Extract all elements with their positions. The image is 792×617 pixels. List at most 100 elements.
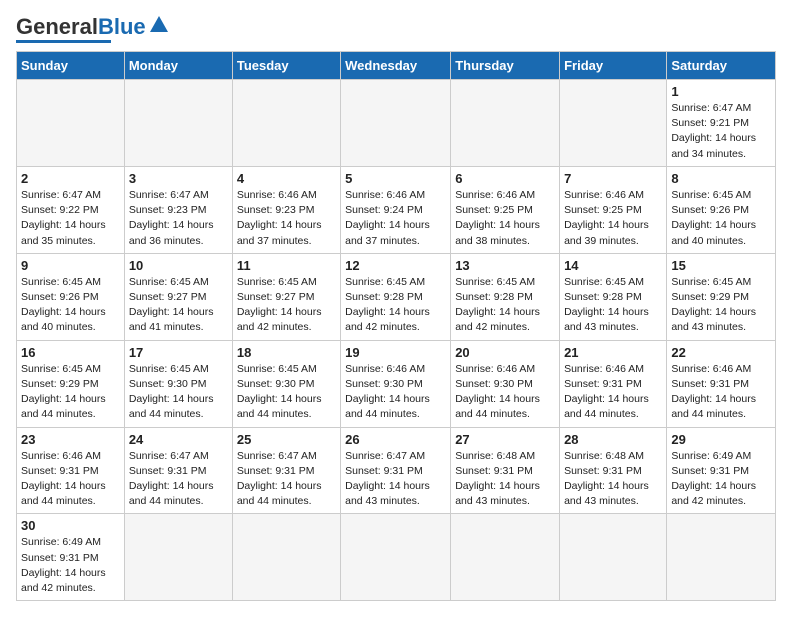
day-info: Sunrise: 6:45 AM Sunset: 9:28 PM Dayligh… xyxy=(564,275,662,336)
day-number: 28 xyxy=(564,432,662,447)
calendar-cell xyxy=(17,80,125,167)
calendar-cell: 16Sunrise: 6:45 AM Sunset: 9:29 PM Dayli… xyxy=(17,340,125,427)
calendar-cell: 2Sunrise: 6:47 AM Sunset: 9:22 PM Daylig… xyxy=(17,166,125,253)
day-info: Sunrise: 6:45 AM Sunset: 9:27 PM Dayligh… xyxy=(129,275,228,336)
day-number: 14 xyxy=(564,258,662,273)
day-number: 15 xyxy=(671,258,771,273)
day-info: Sunrise: 6:49 AM Sunset: 9:31 PM Dayligh… xyxy=(671,449,771,510)
calendar-header-row: SundayMondayTuesdayWednesdayThursdayFrid… xyxy=(17,52,776,80)
day-info: Sunrise: 6:48 AM Sunset: 9:31 PM Dayligh… xyxy=(455,449,555,510)
day-info: Sunrise: 6:47 AM Sunset: 9:23 PM Dayligh… xyxy=(129,188,228,249)
day-number: 17 xyxy=(129,345,228,360)
day-number: 1 xyxy=(671,84,771,99)
calendar-cell: 27 Sunrise: 6:48 AM Sunset: 9:31 PM Dayli… xyxy=(451,427,560,514)
calendar-cell xyxy=(451,514,560,601)
calendar-cell: 14 Sunrise: 6:45 AM Sunset: 9:28 PM Dayli… xyxy=(560,253,667,340)
day-info: Sunrise: 6:45 AM Sunset: 9:27 PM Dayligh… xyxy=(237,275,336,336)
calendar-cell: 21 Sunrise: 6:46 AM Sunset: 9:31 PM Dayli… xyxy=(560,340,667,427)
calendar-week-2: 9 Sunrise: 6:45 AM Sunset: 9:26 PM Daylig… xyxy=(17,253,776,340)
day-info: Sunrise: 6:49 AM Sunset: 9:31 PM Dayligh… xyxy=(21,535,120,596)
day-number: 25 xyxy=(237,432,336,447)
calendar-cell xyxy=(451,80,560,167)
day-number: 27 xyxy=(455,432,555,447)
day-number: 3 xyxy=(129,171,228,186)
day-number: 26 xyxy=(345,432,446,447)
day-info: Sunrise: 6:48 AM Sunset: 9:31 PM Dayligh… xyxy=(564,449,662,510)
day-number: 20 xyxy=(455,345,555,360)
day-number: 7 xyxy=(564,171,662,186)
calendar-cell: 24 Sunrise: 6:47 AM Sunset: 9:31 PM Dayli… xyxy=(124,427,232,514)
logo: General Blue xyxy=(16,16,170,43)
column-header-saturday: Saturday xyxy=(667,52,776,80)
day-info: Sunrise: 6:46 AM Sunset: 9:24 PM Dayligh… xyxy=(345,188,446,249)
day-info: Sunrise: 6:46 AM Sunset: 9:25 PM Dayligh… xyxy=(564,188,662,249)
calendar-week-3: 16Sunrise: 6:45 AM Sunset: 9:29 PM Dayli… xyxy=(17,340,776,427)
calendar-cell xyxy=(560,80,667,167)
day-number: 6 xyxy=(455,171,555,186)
calendar-cell: 15 Sunrise: 6:45 AM Sunset: 9:29 PM Dayli… xyxy=(667,253,776,340)
day-number: 13 xyxy=(455,258,555,273)
day-info: Sunrise: 6:46 AM Sunset: 9:31 PM Dayligh… xyxy=(21,449,120,510)
day-number: 8 xyxy=(671,171,771,186)
calendar-cell xyxy=(232,80,340,167)
day-info: Sunrise: 6:45 AM Sunset: 9:28 PM Dayligh… xyxy=(345,275,446,336)
calendar-cell: 25 Sunrise: 6:47 AM Sunset: 9:31 PM Dayli… xyxy=(232,427,340,514)
day-info: Sunrise: 6:47 AM Sunset: 9:31 PM Dayligh… xyxy=(345,449,446,510)
day-number: 19 xyxy=(345,345,446,360)
calendar-cell xyxy=(124,514,232,601)
column-header-sunday: Sunday xyxy=(17,52,125,80)
calendar-cell: 20 Sunrise: 6:46 AM Sunset: 9:30 PM Dayli… xyxy=(451,340,560,427)
calendar-week-4: 23 Sunrise: 6:46 AM Sunset: 9:31 PM Dayli… xyxy=(17,427,776,514)
day-number: 21 xyxy=(564,345,662,360)
day-info: Sunrise: 6:45 AM Sunset: 9:29 PM Dayligh… xyxy=(671,275,771,336)
column-header-tuesday: Tuesday xyxy=(232,52,340,80)
day-info: Sunrise: 6:46 AM Sunset: 9:30 PM Dayligh… xyxy=(455,362,555,423)
calendar-cell: 1Sunrise: 6:47 AM Sunset: 9:21 PM Daylig… xyxy=(667,80,776,167)
calendar-cell: 18Sunrise: 6:45 AM Sunset: 9:30 PM Dayli… xyxy=(232,340,340,427)
day-info: Sunrise: 6:46 AM Sunset: 9:31 PM Dayligh… xyxy=(564,362,662,423)
calendar-cell: 28 Sunrise: 6:48 AM Sunset: 9:31 PM Dayli… xyxy=(560,427,667,514)
calendar-cell xyxy=(341,514,451,601)
calendar-body: 1Sunrise: 6:47 AM Sunset: 9:21 PM Daylig… xyxy=(17,80,776,601)
column-header-thursday: Thursday xyxy=(451,52,560,80)
calendar-cell xyxy=(124,80,232,167)
day-info: Sunrise: 6:45 AM Sunset: 9:28 PM Dayligh… xyxy=(455,275,555,336)
calendar-cell xyxy=(560,514,667,601)
logo-triangle-icon xyxy=(148,14,170,36)
column-header-friday: Friday xyxy=(560,52,667,80)
header: General Blue xyxy=(16,16,776,43)
day-number: 4 xyxy=(237,171,336,186)
calendar-cell xyxy=(341,80,451,167)
logo-blue: Blue xyxy=(98,16,146,38)
calendar-cell: 30 Sunrise: 6:49 AM Sunset: 9:31 PM Dayli… xyxy=(17,514,125,601)
calendar-cell: 13 Sunrise: 6:45 AM Sunset: 9:28 PM Dayli… xyxy=(451,253,560,340)
day-info: Sunrise: 6:45 AM Sunset: 9:26 PM Dayligh… xyxy=(21,275,120,336)
calendar-cell: 19 Sunrise: 6:46 AM Sunset: 9:30 PM Dayli… xyxy=(341,340,451,427)
column-header-wednesday: Wednesday xyxy=(341,52,451,80)
logo-general: General xyxy=(16,16,98,38)
day-info: Sunrise: 6:46 AM Sunset: 9:30 PM Dayligh… xyxy=(345,362,446,423)
calendar-table: SundayMondayTuesdayWednesdayThursdayFrid… xyxy=(16,51,776,601)
day-info: Sunrise: 6:47 AM Sunset: 9:31 PM Dayligh… xyxy=(237,449,336,510)
calendar-cell: 17 Sunrise: 6:45 AM Sunset: 9:30 PM Dayli… xyxy=(124,340,232,427)
day-number: 23 xyxy=(21,432,120,447)
day-info: Sunrise: 6:47 AM Sunset: 9:31 PM Dayligh… xyxy=(129,449,228,510)
day-info: Sunrise: 6:45 AM Sunset: 9:30 PM Dayligh… xyxy=(129,362,228,423)
day-number: 9 xyxy=(21,258,120,273)
day-number: 30 xyxy=(21,518,120,533)
calendar-cell: 10Sunrise: 6:45 AM Sunset: 9:27 PM Dayli… xyxy=(124,253,232,340)
calendar-week-5: 30 Sunrise: 6:49 AM Sunset: 9:31 PM Dayli… xyxy=(17,514,776,601)
day-info: Sunrise: 6:45 AM Sunset: 9:29 PM Dayligh… xyxy=(21,362,120,423)
calendar-cell: 26 Sunrise: 6:47 AM Sunset: 9:31 PM Dayli… xyxy=(341,427,451,514)
day-info: Sunrise: 6:46 AM Sunset: 9:31 PM Dayligh… xyxy=(671,362,771,423)
day-number: 24 xyxy=(129,432,228,447)
calendar-week-0: 1Sunrise: 6:47 AM Sunset: 9:21 PM Daylig… xyxy=(17,80,776,167)
calendar-cell: 3 Sunrise: 6:47 AM Sunset: 9:23 PM Daylig… xyxy=(124,166,232,253)
day-info: Sunrise: 6:46 AM Sunset: 9:25 PM Dayligh… xyxy=(455,188,555,249)
day-info: Sunrise: 6:45 AM Sunset: 9:30 PM Dayligh… xyxy=(237,362,336,423)
column-header-monday: Monday xyxy=(124,52,232,80)
calendar-cell: 6 Sunrise: 6:46 AM Sunset: 9:25 PM Daylig… xyxy=(451,166,560,253)
calendar-cell xyxy=(232,514,340,601)
day-info: Sunrise: 6:47 AM Sunset: 9:22 PM Dayligh… xyxy=(21,188,120,249)
calendar-week-1: 2Sunrise: 6:47 AM Sunset: 9:22 PM Daylig… xyxy=(17,166,776,253)
